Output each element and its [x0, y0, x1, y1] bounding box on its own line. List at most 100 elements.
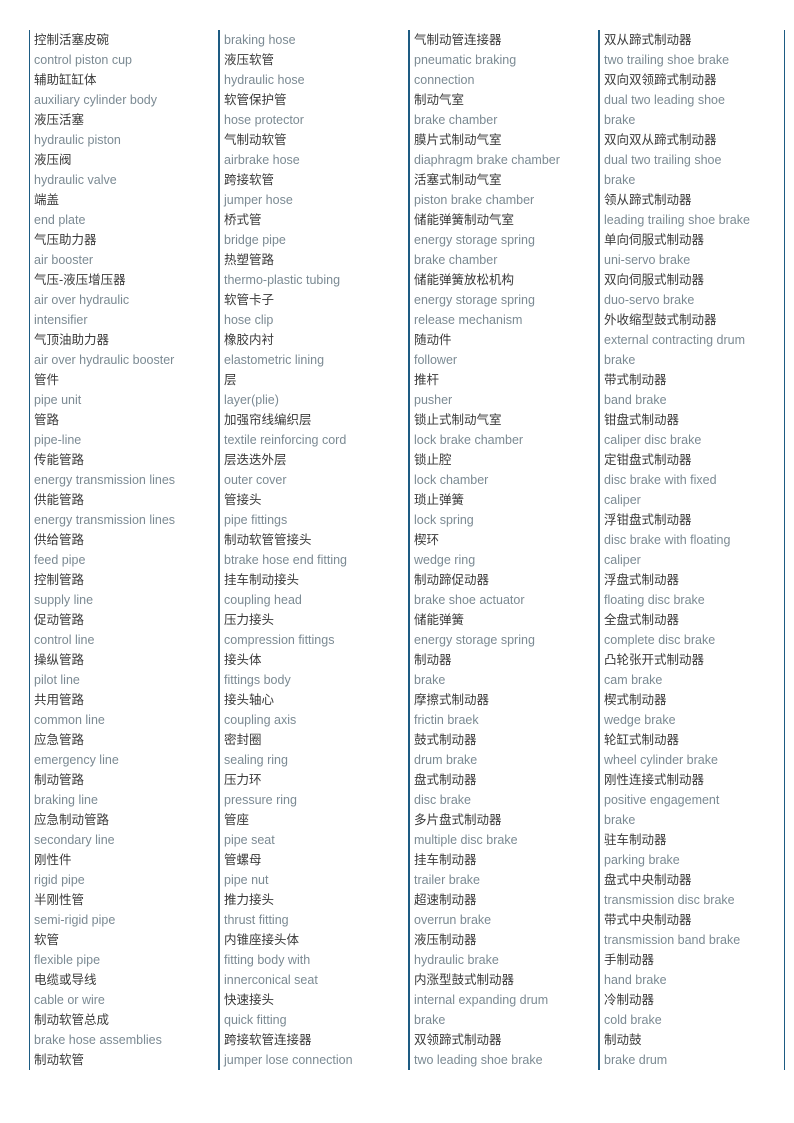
term-en: pneumatic braking	[414, 53, 517, 67]
term-en: control line	[34, 633, 95, 647]
term-zh: 管接头	[224, 493, 262, 507]
term-zh: 外收缩型鼓式制动器	[604, 313, 717, 327]
term-en: positive engagement	[604, 793, 720, 807]
term-en: hydraulic valve	[34, 173, 117, 187]
term-zh: 挂车制动接头	[224, 573, 300, 587]
term-zh: 制动鼓	[604, 1033, 642, 1047]
term-en: coupling axis	[224, 713, 297, 727]
term-zh: 琐止弹簧	[414, 493, 465, 507]
term-en: wedge brake	[604, 713, 676, 727]
term-en: band brake	[604, 393, 667, 407]
term-en: two trailing shoe brake	[604, 53, 730, 67]
term-en: brake drum	[604, 1053, 668, 1067]
term-en: caliper	[604, 493, 641, 507]
term-en: pipe fittings	[224, 513, 288, 527]
term-en: drum brake	[414, 753, 478, 767]
term-en: emergency line	[34, 753, 119, 767]
term-en: thrust fitting	[224, 913, 289, 927]
term-zh: 管件	[34, 373, 60, 387]
term-zh: 接头体	[224, 653, 262, 667]
term-zh: 端盖	[34, 193, 60, 207]
term-zh: 内锥座接头体	[224, 933, 300, 947]
term-zh: 单向伺服式制动器	[604, 233, 705, 247]
term-en: brake	[604, 173, 636, 187]
term-zh: 加强帘线编织层	[224, 413, 312, 427]
term-en: braking hose	[224, 33, 296, 47]
term-zh: 双向双领蹄式制动器	[604, 73, 717, 87]
term-zh: 楔式制动器	[604, 693, 667, 707]
term-zh: 共用管路	[34, 693, 85, 707]
term-zh: 管座	[224, 813, 250, 827]
term-en: brake	[604, 113, 636, 127]
term-en: wedge ring	[414, 553, 476, 567]
term-en: jumper hose	[224, 193, 293, 207]
term-en: hand brake	[604, 973, 667, 987]
term-en: release mechanism	[414, 313, 523, 327]
term-en: feed pipe	[34, 553, 86, 567]
term-en: hydraulic piston	[34, 133, 121, 147]
term-zh: 软管保护管	[224, 93, 287, 107]
term-en: fitting body with	[224, 953, 311, 967]
term-zh: 双领蹄式制动器	[414, 1033, 502, 1047]
term-zh: 制动器	[414, 653, 452, 667]
term-en: hydraulic hose	[224, 73, 305, 87]
term-zh: 浮盘式制动器	[604, 573, 680, 587]
term-zh: 领从蹄式制动器	[604, 193, 692, 207]
term-en: duo-servo brake	[604, 293, 695, 307]
term-en: airbrake hose	[224, 153, 300, 167]
term-zh: 储能弹簧	[414, 613, 465, 627]
term-en: cold brake	[604, 1013, 662, 1027]
term-zh: 促动管路	[34, 613, 85, 627]
term-en: brake shoe actuator	[414, 593, 525, 607]
term-en: lock chamber	[414, 473, 489, 487]
term-zh: 双向伺服式制动器	[604, 273, 705, 287]
term-en: two leading shoe brake	[414, 1053, 543, 1067]
term-en: coupling head	[224, 593, 302, 607]
term-zh: 气压助力器	[34, 233, 97, 247]
term-zh: 橡胶内衬	[224, 333, 275, 347]
term-zh: 制动软管总成	[34, 1013, 110, 1027]
term-zh: 双向双从蹄式制动器	[604, 133, 717, 147]
term-zh: 气制动软管	[224, 133, 287, 147]
term-zh: 快速接头	[224, 993, 275, 1007]
term-en: frictin braek	[414, 713, 479, 727]
term-zh: 制动软管	[34, 1053, 85, 1067]
term-en: disc brake with floating	[604, 533, 731, 547]
term-en: air booster	[34, 253, 94, 267]
term-zh: 制动软管管接头	[224, 533, 312, 547]
term-zh: 软管	[34, 933, 60, 947]
term-zh: 制动管路	[34, 773, 85, 787]
term-en: innerconical seat	[224, 973, 318, 987]
term-zh: 压力环	[224, 773, 262, 787]
term-zh: 全盘式制动器	[604, 613, 680, 627]
term-en: uni-servo brake	[604, 253, 691, 267]
term-en: pipe seat	[224, 833, 275, 847]
term-en: internal expanding drum	[414, 993, 549, 1007]
glossary-columns: 控制活塞皮碗 control piston cup 辅助缸缸体 auxiliary c…	[0, 30, 794, 1070]
term-en: pilot line	[34, 673, 80, 687]
glossary-page: 控制活塞皮碗 control piston cup 辅助缸缸体 auxiliary c…	[0, 0, 794, 1123]
term-zh: 传能管路	[34, 453, 85, 467]
term-en: dual two trailing shoe	[604, 153, 722, 167]
term-zh: 锁止腔	[414, 453, 452, 467]
term-zh: 软管卡子	[224, 293, 275, 307]
term-en: cable or wire	[34, 993, 105, 1007]
term-en: sealing ring	[224, 753, 288, 767]
term-en: brake	[604, 813, 636, 827]
glossary-column: 气制动管连接器 pneumatic braking connection 制动气室 br…	[409, 30, 599, 1070]
term-zh: 电缆或导线	[34, 973, 97, 987]
term-en: rigid pipe	[34, 873, 85, 887]
term-en: energy transmission lines	[34, 513, 176, 527]
term-en: control piston cup	[34, 53, 132, 67]
term-en: brake hose assemblies	[34, 1033, 162, 1047]
term-en: hose clip	[224, 313, 274, 327]
term-en: brake	[604, 353, 636, 367]
term-en: hydraulic brake	[414, 953, 499, 967]
term-en: hose protector	[224, 113, 304, 127]
term-zh: 辅助缸缸体	[34, 73, 97, 87]
term-zh: 层迭迭外层	[224, 453, 287, 467]
term-en: braking line	[34, 793, 98, 807]
term-zh: 盘式中央制动器	[604, 873, 692, 887]
term-zh: 膜片式制动气室	[414, 133, 502, 147]
term-en: flexible pipe	[34, 953, 101, 967]
